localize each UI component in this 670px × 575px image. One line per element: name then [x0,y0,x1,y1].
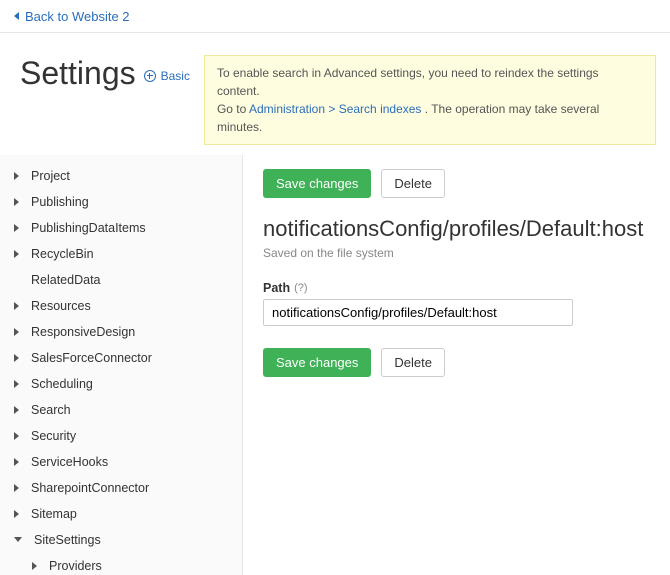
chevron-left-icon [14,12,19,20]
chevron-right-icon [14,224,19,232]
tree-item-label: SharepointConnector [27,479,153,497]
tree-item[interactable]: Providers [0,553,242,575]
tree-item[interactable]: SalesForceConnector [0,345,242,371]
chevron-right-icon [14,198,19,206]
basic-link[interactable]: Basic [144,69,190,83]
tree-item[interactable]: Sitemap [0,501,242,527]
tree-item[interactable]: RecycleBin [0,241,242,267]
tree-item-label: Providers [45,557,106,575]
tree-item[interactable]: Security [0,423,242,449]
delete-button[interactable]: Delete [381,169,445,198]
chevron-right-icon [14,432,19,440]
help-icon[interactable]: (?) [294,282,307,294]
save-button[interactable]: Save changes [263,169,371,198]
tree-item-label: Security [27,427,80,445]
tree-item[interactable]: RelatedData [0,267,242,293]
plus-circle-icon [144,70,156,82]
chevron-right-icon [14,380,19,388]
notice-link[interactable]: Administration > Search indexes [249,102,421,116]
back-link-label: Back to Website 2 [25,9,130,24]
tree-item[interactable]: ResponsiveDesign [0,319,242,345]
tree-item-label: ServiceHooks [27,453,112,471]
tree-item-label: Project [27,167,74,185]
chevron-right-icon [14,172,19,180]
tree-item[interactable]: Publishing [0,189,242,215]
tree-item-label: PublishingDataItems [27,219,150,237]
tree-item[interactable]: PublishingDataItems [0,215,242,241]
chevron-right-icon [14,250,19,258]
tree-item-label: ResponsiveDesign [27,323,139,341]
title-group: Settings Basic [20,55,190,92]
chevron-right-icon [14,328,19,336]
save-button-bottom[interactable]: Save changes [263,348,371,377]
chevron-right-icon [14,458,19,466]
back-link[interactable]: Back to Website 2 [14,9,130,24]
action-row-top: Save changes Delete [263,169,650,198]
chevron-right-icon [14,354,19,362]
tree-item[interactable]: Scheduling [0,371,242,397]
tree-item[interactable]: SiteSettings [0,527,242,553]
tree-item-label: Search [27,401,75,419]
caret-spacer [14,276,19,284]
path-label-text: Path [263,281,290,295]
tree-item[interactable]: SharepointConnector [0,475,242,501]
notice-line2-prefix: Go to [217,102,249,116]
header-row: Settings Basic To enable search in Advan… [0,33,670,155]
content: Project Publishing PublishingDataItems Recy… [0,155,670,575]
path-label: Path (?) [263,281,308,295]
tree-item-label: Publishing [27,193,93,211]
tree-item-label: SalesForceConnector [27,349,156,367]
setting-subheading: Saved on the file system [263,246,650,260]
tree-item[interactable]: Resources [0,293,242,319]
basic-link-label: Basic [161,69,190,83]
chevron-right-icon [32,562,37,570]
page-title: Settings [20,55,136,92]
chevron-right-icon [14,406,19,414]
tree-item-label: RecycleBin [27,245,98,263]
setting-heading: notificationsConfig/profiles/Default:hos… [263,216,650,242]
tree-item-label: Resources [27,297,95,315]
settings-sidebar: Project Publishing PublishingDataItems Recy… [0,155,243,575]
path-input[interactable] [263,299,573,326]
tree-item-label: RelatedData [27,271,105,289]
settings-tree: Project Publishing PublishingDataItems Recy… [0,163,242,575]
action-row-bottom: Save changes Delete [263,348,650,377]
tree-item-label: Sitemap [27,505,81,523]
tree-item-label: SiteSettings [30,531,105,549]
tree-item[interactable]: ServiceHooks [0,449,242,475]
tree-item[interactable]: Project [0,163,242,189]
tree-item[interactable]: Search [0,397,242,423]
chevron-right-icon [14,484,19,492]
top-bar: Back to Website 2 [0,0,670,33]
chevron-down-icon [14,537,22,542]
notice-line1: To enable search in Advanced settings, y… [217,66,599,98]
chevron-right-icon [14,510,19,518]
tree-item-label: Scheduling [27,375,97,393]
main-panel: Save changes Delete notificationsConfig/… [243,155,670,575]
delete-button-bottom[interactable]: Delete [381,348,445,377]
reindex-notice: To enable search in Advanced settings, y… [204,55,656,145]
chevron-right-icon [14,302,19,310]
